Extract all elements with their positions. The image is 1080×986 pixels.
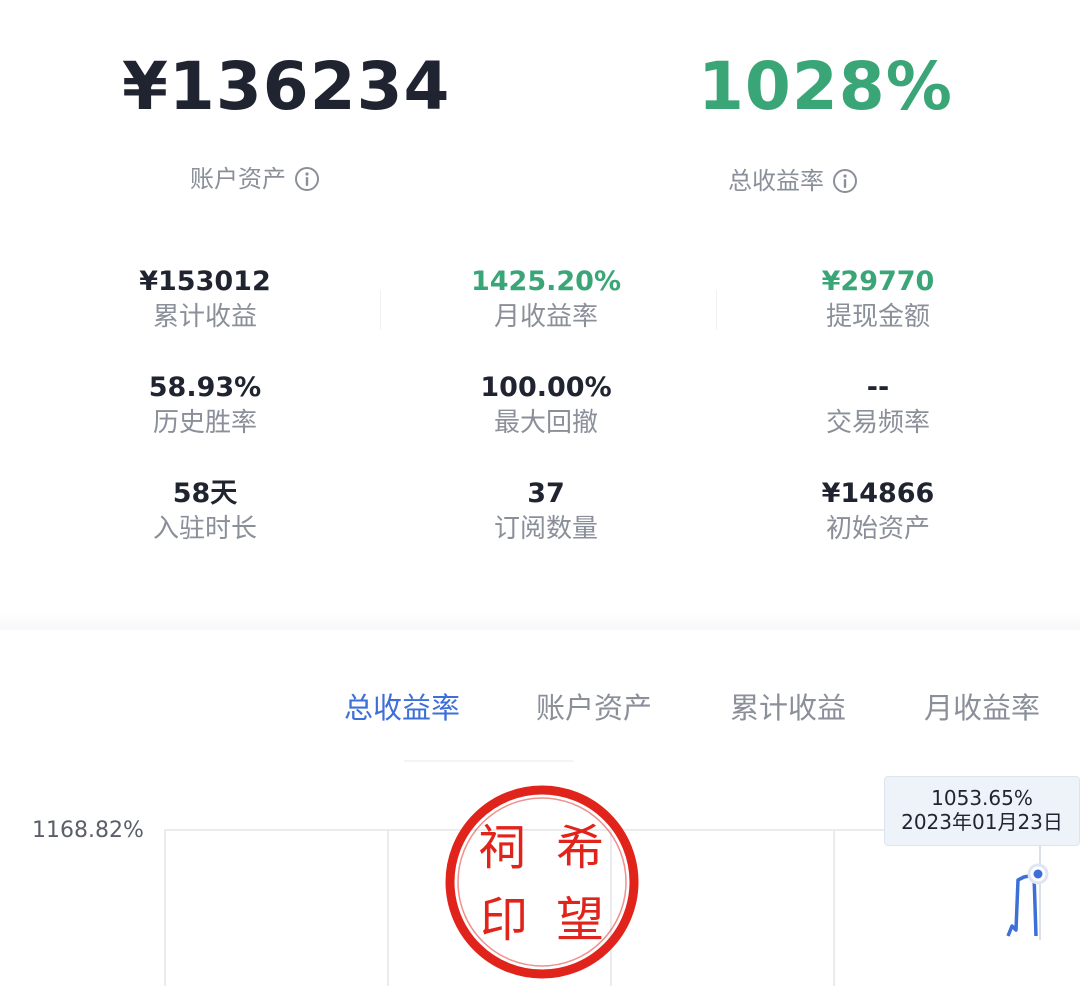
stat-subscriptions: 37 订阅数量 — [466, 480, 626, 544]
stat-label: 最大回撤 — [493, 408, 598, 438]
stat-cumulative-profit: ¥153012 累计收益 — [130, 268, 280, 332]
account-asset-value: ¥136234 — [122, 48, 451, 125]
svg-text:希: 希 — [556, 820, 604, 876]
stat-label: 交易频率 — [825, 408, 930, 438]
total-return-value: 1028% — [698, 48, 953, 125]
section-separator — [0, 612, 1080, 630]
data-point-marker — [1033, 869, 1043, 879]
stat-value: 58天 — [172, 478, 238, 509]
tab-total-return[interactable]: 总收益率 — [344, 694, 460, 723]
svg-text:印: 印 — [480, 892, 528, 948]
tooltip-value: 1053.65% — [931, 786, 1033, 810]
stat-value: 100.00% — [480, 372, 612, 403]
total-return-label-group: 总收益率 — [728, 168, 858, 194]
stat-max-drawdown: 100.00% 最大回撤 — [466, 374, 626, 438]
stat-label: 提现金额 — [825, 302, 930, 332]
divider — [716, 290, 717, 330]
info-circle-icon[interactable] — [832, 168, 858, 194]
tab-underline — [404, 760, 574, 762]
stat-value: 1425.20% — [470, 266, 622, 297]
stat-withdrawal-amount: ¥29770 提现金额 — [808, 268, 948, 332]
seal-stamp: 祠 希 印 望 — [445, 785, 639, 979]
info-circle-icon[interactable] — [294, 166, 320, 192]
tab-cumulative-profit[interactable]: 累计收益 — [730, 694, 846, 723]
stat-monthly-return: 1425.20% 月收益率 — [466, 268, 626, 332]
stat-value: ¥14866 — [821, 478, 935, 509]
stat-label: 初始资产 — [825, 514, 930, 544]
chart-tooltip: 1053.65% 2023年01月23日 — [884, 776, 1080, 846]
svg-text:祠: 祠 — [478, 820, 526, 876]
stat-initial-asset: ¥14866 初始资产 — [808, 480, 948, 544]
stat-value: ¥29770 — [821, 266, 935, 297]
stat-label: 月收益率 — [493, 302, 598, 332]
tab-account-asset[interactable]: 账户资产 — [536, 694, 652, 723]
stat-value: -- — [866, 372, 890, 403]
series-line — [1006, 873, 1038, 937]
divider — [380, 290, 381, 330]
stat-label: 历史胜率 — [152, 408, 257, 438]
total-return-label: 总收益率 — [728, 167, 824, 195]
stat-label: 累计收益 — [152, 302, 257, 332]
tab-monthly-return[interactable]: 月收益率 — [924, 694, 1040, 723]
stat-label: 入驻时长 — [152, 514, 257, 544]
stat-win-rate: 58.93% 历史胜率 — [130, 374, 280, 438]
stat-trade-frequency: -- 交易频率 — [808, 374, 948, 438]
account-asset-label-group: 账户资产 — [190, 166, 320, 192]
stat-tenure: 58天 入驻时长 — [130, 480, 280, 544]
account-asset-label: 账户资产 — [190, 165, 286, 193]
stat-value: ¥153012 — [139, 266, 271, 297]
svg-text:望: 望 — [556, 892, 604, 948]
stat-value: 58.93% — [148, 372, 262, 403]
stat-value: 37 — [527, 478, 565, 509]
tooltip-date: 2023年01月23日 — [901, 810, 1063, 834]
stat-label: 订阅数量 — [493, 514, 598, 544]
